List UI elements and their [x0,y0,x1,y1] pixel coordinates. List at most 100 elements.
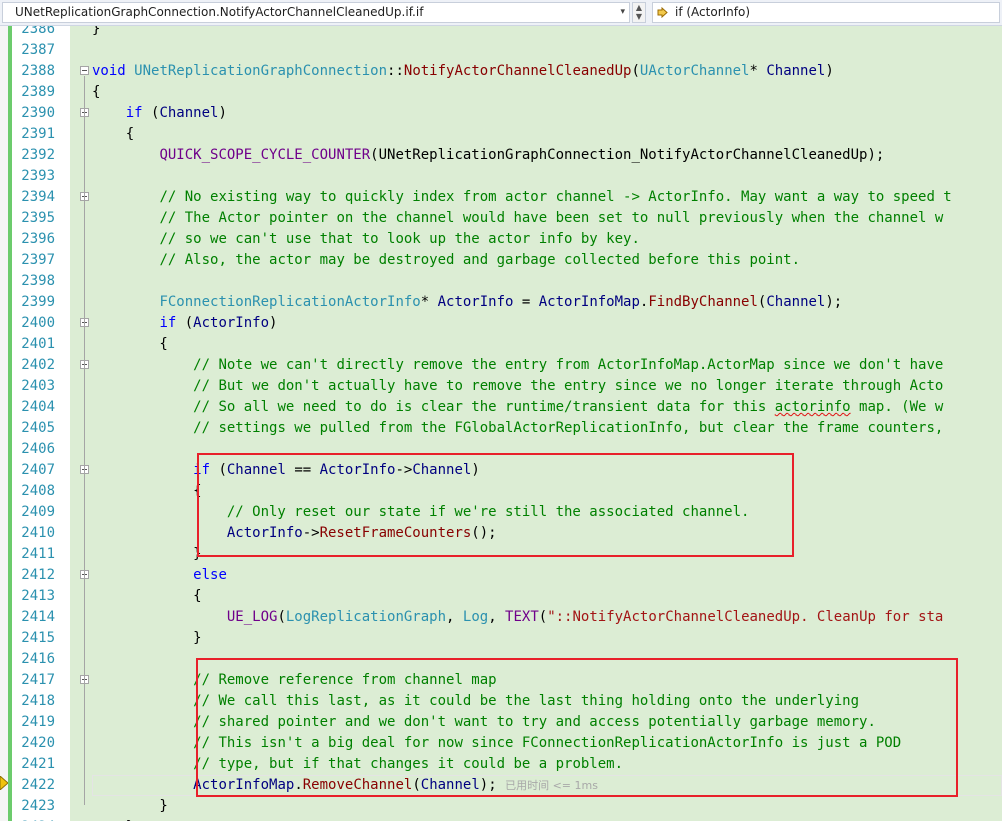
code-line[interactable]: 2399 FConnectionReplicationActorInfo* Ac… [0,292,1002,313]
code-text: } [92,798,168,814]
code-line[interactable]: 2389 { [0,82,1002,103]
changed-line-background [70,124,1002,145]
code-line[interactable]: 2401 { [0,334,1002,355]
code-line[interactable]: 2412 else [0,565,1002,586]
code-line[interactable]: 2392 QUICK_SCOPE_CYCLE_COUNTER(UNetRepli… [0,145,1002,166]
code-line[interactable]: 2402 // Note we can't directly remove th… [0,355,1002,376]
code-text: // But we don't actually have to remove … [193,378,944,394]
code-line[interactable]: 2405 // settings we pulled from the FGlo… [0,418,1002,439]
code-line[interactable]: 2386} [0,26,1002,40]
changed-line-background [70,26,1002,40]
member-dropdown[interactable]: if (ActorInfo) [652,2,1000,23]
code-line[interactable]: 2424 } [0,817,1002,821]
code-line[interactable]: 2404 // So all we need to do is clear th… [0,397,1002,418]
code-line[interactable]: 2395 // The Actor pointer on the channel… [0,208,1002,229]
collapse-icon[interactable] [80,66,89,75]
code-text: // So all we need to do is clear the run… [193,399,944,415]
code-text: FConnectionReplicationActorInfo* ActorIn… [159,294,843,310]
code-line[interactable]: 2400 if (ActorInfo) [0,313,1002,334]
line-number: 2418 [21,693,55,709]
line-number: 2408 [21,483,55,499]
code-line[interactable]: 2403 // But we don't actually have to re… [0,376,1002,397]
code-text: { [92,126,135,142]
line-number: 2407 [21,462,55,478]
code-text: // settings we pulled from the FGlobalAc… [193,420,944,436]
highlight-box-remove-channel [196,658,958,797]
code-line[interactable]: 2423 } [0,796,1002,817]
line-number: 2388 [21,63,55,79]
code-line[interactable]: 2387 [0,40,1002,61]
line-number: 2404 [21,399,55,415]
line-number: 2405 [21,420,55,436]
code-text: if (Channel) [125,105,227,121]
line-number: 2414 [21,609,55,625]
code-line[interactable]: 2397 // Also, the actor may be destroyed… [0,250,1002,271]
changed-line-background [70,166,1002,187]
line-number: 2391 [21,126,55,142]
line-number: 2400 [21,315,55,331]
line-number: 2392 [21,147,55,163]
scroll-down-icon[interactable]: ▼ [633,12,645,21]
changed-line-background [70,40,1002,61]
line-number: 2403 [21,378,55,394]
line-number: 2402 [21,357,55,373]
line-number: 2410 [21,525,55,541]
arrow-right-icon [657,7,668,18]
line-number: 2419 [21,714,55,730]
line-number: 2423 [21,798,55,814]
code-text: // Also, the actor may be destroyed and … [159,252,801,268]
code-line[interactable]: 2414 UE_LOG(LogReplicationGraph, Log, TE… [0,607,1002,628]
code-line[interactable]: 2396 // so we can't use that to look up … [0,229,1002,250]
code-line[interactable]: 2388 void UNetReplicationGraphConnection:… [0,61,1002,82]
line-number: 2396 [21,231,55,247]
code-line[interactable]: 2393 [0,166,1002,187]
line-number: 2422 [21,777,55,793]
code-text: { [92,483,202,499]
code-text: UE_LOG(LogReplicationGraph, Log, TEXT(":… [226,609,944,625]
line-number: 2406 [21,441,55,457]
scope-dropdown[interactable]: UNetReplicationGraphConnection.NotifyAct… [2,2,630,23]
line-number: 2420 [21,735,55,751]
code-line[interactable]: 2391 { [0,124,1002,145]
outline-guide [84,580,85,616]
code-editor[interactable]: 2386} 2387 2388 void UNetReplicationGraphCo… [0,26,1002,821]
line-number: 2401 [21,336,55,352]
line-number: 2394 [21,189,55,205]
line-number: 2409 [21,504,55,520]
scroll-up-icon[interactable]: ▲ [633,3,645,12]
line-number: 2390 [21,105,55,121]
line-number: 2395 [21,210,55,226]
code-line[interactable]: 2394 // No existing way to quickly index… [0,187,1002,208]
line-number: 2397 [21,252,55,268]
line-number: 2413 [21,588,55,604]
code-line[interactable]: 2413 { [0,586,1002,607]
navigation-bar: UNetReplicationGraphConnection.NotifyAct… [0,0,1002,26]
outline-guide [84,685,85,784]
scope-scroll-buttons[interactable]: ▲ ▼ [632,2,646,23]
line-number: 2417 [21,672,55,688]
code-line[interactable]: 2415 } [0,628,1002,649]
code-text: QUICK_SCOPE_CYCLE_COUNTER(UNetReplicatio… [159,147,885,163]
code-text: if (ActorInfo) [159,315,278,331]
code-text: { [92,588,202,604]
line-number: 2415 [21,630,55,646]
changed-line-background [70,334,1002,355]
line-number: 2399 [21,294,55,310]
changed-line-background [70,82,1002,103]
line-number: 2421 [21,756,55,772]
code-text: // No existing way to quickly index from… [159,189,952,205]
changed-line-background [70,271,1002,292]
scope-dropdown-label: UNetReplicationGraphConnection.NotifyAct… [15,5,424,19]
line-number: 2389 [21,84,55,100]
line-number: 2393 [21,168,55,184]
code-text: } [92,26,101,37]
changed-line-background [70,817,1002,821]
changed-line-background [70,586,1002,607]
code-text: // The Actor pointer on the channel woul… [159,210,944,226]
line-number: 2387 [21,42,55,58]
code-line[interactable]: 2390 if (Channel) [0,103,1002,124]
code-line[interactable]: 2398 [0,271,1002,292]
line-number: 2398 [21,273,55,289]
code-text: { [92,336,168,352]
code-text: } [92,630,202,646]
